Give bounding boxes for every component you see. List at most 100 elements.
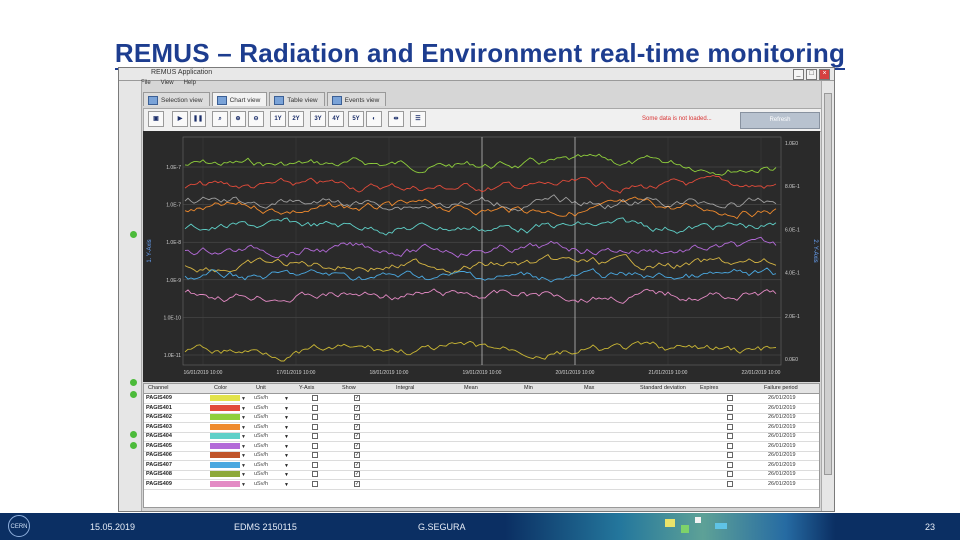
show-checkbox[interactable]: ✓ (354, 461, 360, 468)
chevron-down-icon[interactable]: ▼ (284, 472, 289, 478)
table-row[interactable]: PAGIS401 ▼ uSv/h ▼ ✓ 26/01/2019 (144, 404, 819, 414)
series-line[interactable] (184, 236, 777, 259)
series-line[interactable] (184, 194, 777, 212)
chart-canvas[interactable]: 1.0E-7 1.0E-7 1.0E-8 1.0E-9 1.0E-10 1.0E-11 1.… (143, 131, 820, 382)
expires-checkbox[interactable] (727, 414, 733, 420)
play-icon[interactable]: ▶ (172, 111, 188, 127)
unit-cell[interactable]: uSv/h (254, 405, 268, 411)
show-checkbox[interactable]: ✓ (354, 433, 360, 439)
chevron-down-icon[interactable]: ▼ (241, 434, 246, 440)
expires-checkbox[interactable] (727, 452, 733, 458)
chevron-down-icon[interactable]: ▼ (284, 463, 289, 469)
expires-checkbox[interactable] (727, 461, 733, 468)
tab-selection-view[interactable]: Selection view (143, 92, 210, 106)
chevron-down-icon[interactable]: ▼ (241, 463, 246, 469)
series-line[interactable] (184, 175, 777, 194)
color-swatch[interactable] (210, 423, 240, 430)
series-line[interactable] (184, 288, 777, 304)
color-swatch[interactable] (210, 414, 240, 420)
y-axis-checkbox[interactable] (312, 395, 318, 401)
y-axis-checkbox[interactable] (312, 480, 318, 487)
show-checkbox[interactable]: ✓ (354, 442, 360, 449)
show-checkbox[interactable]: ✓ (354, 452, 360, 458)
chevron-down-icon[interactable]: ▼ (284, 396, 289, 402)
export-icon[interactable]: ☰ (410, 111, 426, 127)
chevron-down-icon[interactable]: ▼ (284, 406, 289, 412)
tab-chart-view[interactable]: Chart view (211, 92, 268, 106)
chevron-down-icon[interactable]: ▼ (241, 453, 246, 459)
table-row[interactable]: PAGIS406 ▼ uSv/h ▼ ✓ 26/01/2019 (144, 451, 819, 461)
table-row[interactable]: PAGIS402 ▼ uSv/h ▼ ✓ 26/01/2019 (144, 413, 819, 423)
y-axis-checkbox[interactable] (312, 404, 318, 411)
table-row[interactable]: PAGIS404 ▼ uSv/h ▼ ✓ 26/01/2019 (144, 432, 819, 442)
show-checkbox[interactable]: ✓ (354, 395, 360, 401)
time-series-chart[interactable]: 1.0E-7 1.0E-7 1.0E-8 1.0E-9 1.0E-10 1.0E-11 1.… (143, 131, 820, 382)
expires-checkbox[interactable] (727, 480, 733, 487)
unit-cell[interactable]: uSv/h (254, 395, 268, 401)
series-line[interactable] (184, 254, 777, 275)
table-row[interactable]: PAGIS408 ▼ uSv/h ▼ ✓ 26/01/2019 (144, 470, 819, 480)
table-row[interactable]: PAGIS403 ▼ uSv/h ▼ ✓ 26/01/2019 (144, 423, 819, 433)
refresh-button[interactable]: Refresh (740, 112, 820, 129)
table-row[interactable]: PAGIS405 ▼ uSv/h ▼ ✓ 26/01/2019 (144, 442, 819, 452)
menu-help[interactable]: Help (184, 80, 196, 90)
chevron-down-icon[interactable]: ▼ (241, 444, 246, 450)
show-checkbox[interactable]: ✓ (354, 471, 360, 477)
tab-events-view[interactable]: Events view (326, 92, 387, 106)
zoom-out-icon[interactable]: ⊖ (248, 111, 264, 127)
minimize-button[interactable]: _ (793, 69, 804, 80)
color-swatch[interactable] (210, 471, 240, 477)
close-button[interactable]: × (819, 69, 830, 80)
color-swatch[interactable] (210, 395, 240, 401)
y-axis-3-button[interactable]: 3Y (310, 111, 326, 127)
chevron-down-icon[interactable]: ▼ (241, 472, 246, 478)
color-swatch[interactable] (210, 404, 240, 411)
color-swatch[interactable] (210, 480, 240, 487)
zoom-icon[interactable]: ⌕ (212, 111, 228, 127)
series-line[interactable] (184, 340, 777, 362)
menu-file[interactable]: File (141, 80, 151, 90)
y-axis-checkbox[interactable] (312, 433, 318, 439)
color-swatch[interactable] (210, 433, 240, 439)
table-row[interactable]: PAGIS409 ▼ uSv/h ▼ ✓ 26/01/2019 (144, 480, 819, 490)
series-line[interactable] (184, 217, 777, 236)
table-row[interactable]: PAGIS407 ▼ uSv/h ▼ ✓ 26/01/2019 (144, 461, 819, 471)
unit-cell[interactable]: uSv/h (254, 481, 268, 487)
y-axis-checkbox[interactable] (312, 442, 318, 449)
chevron-down-icon[interactable]: ▼ (284, 434, 289, 440)
save-chart-icon[interactable]: ▣ (148, 111, 164, 127)
show-checkbox[interactable]: ✓ (354, 480, 360, 487)
y-axis-4-button[interactable]: 4Y (328, 111, 344, 127)
y-axis-checkbox[interactable] (312, 471, 318, 477)
chevron-down-icon[interactable]: ▼ (284, 453, 289, 459)
chevron-down-icon[interactable]: ▼ (241, 415, 246, 421)
expires-checkbox[interactable] (727, 471, 733, 477)
tab-table-view[interactable]: Table view (269, 92, 325, 106)
unit-cell[interactable]: uSv/h (254, 452, 268, 458)
table-row[interactable]: PAGIS409 ▼ uSv/h ▼ ✓ 26/01/2019 (144, 394, 819, 404)
y-axis-checkbox[interactable] (312, 423, 318, 430)
unit-cell[interactable]: uSv/h (254, 414, 268, 420)
chevron-down-icon[interactable]: ▼ (284, 425, 289, 431)
scrollbar-thumb[interactable] (824, 93, 832, 475)
unit-cell[interactable]: uSv/h (254, 462, 268, 468)
chevron-down-icon[interactable]: ▼ (241, 406, 246, 412)
pause-icon[interactable]: ❚❚ (190, 111, 206, 127)
unit-cell[interactable]: uSv/h (254, 424, 268, 430)
expires-checkbox[interactable] (727, 404, 733, 411)
contrast-icon[interactable]: ◐ (366, 111, 382, 127)
maximize-button[interactable]: □ (806, 69, 817, 80)
expires-checkbox[interactable] (727, 395, 733, 401)
y-axis-2-button[interactable]: 2Y (288, 111, 304, 127)
unit-cell[interactable]: uSv/h (254, 471, 268, 477)
chevron-down-icon[interactable]: ▼ (284, 415, 289, 421)
show-checkbox[interactable]: ✓ (354, 414, 360, 420)
color-swatch[interactable] (210, 442, 240, 449)
y-axis-1-button[interactable]: 1Y (270, 111, 286, 127)
y-axis-checkbox[interactable] (312, 414, 318, 420)
show-checkbox[interactable]: ✓ (354, 404, 360, 411)
color-swatch[interactable] (210, 452, 240, 458)
show-checkbox[interactable]: ✓ (354, 423, 360, 430)
series-line[interactable] (184, 153, 777, 176)
expires-checkbox[interactable] (727, 423, 733, 430)
